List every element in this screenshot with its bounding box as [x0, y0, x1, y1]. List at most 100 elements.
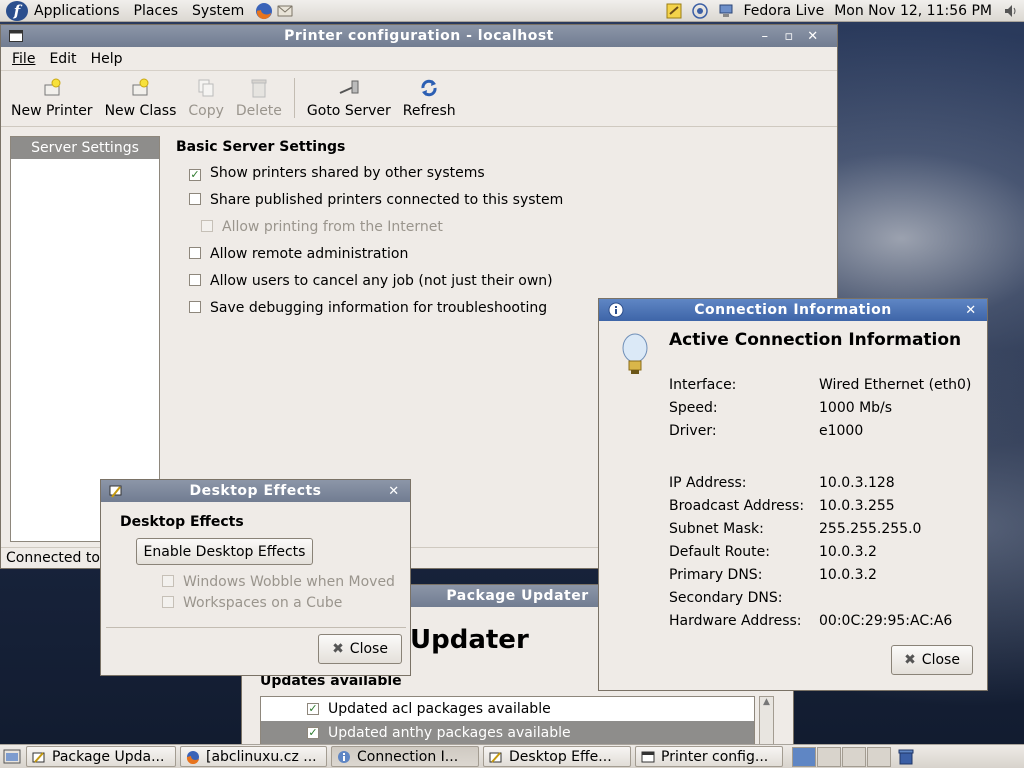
task-label: Package Upda... [52, 748, 165, 765]
window-menu-icon[interactable] [9, 30, 23, 42]
workspace-1[interactable] [792, 746, 816, 767]
close-x-icon: ✖ [904, 652, 916, 668]
connection-info-titlebar[interactable]: Connection Information ✕ [599, 299, 987, 321]
workspace-4[interactable] [867, 746, 891, 767]
desktop-effects-close-button[interactable]: ✖ Close [318, 634, 402, 664]
desktop-effects-titlebar[interactable]: Desktop Effects ✕ [101, 480, 410, 502]
connection-close-button[interactable]: ✖ Close [891, 645, 973, 675]
checkbox-remote-admin[interactable] [189, 247, 201, 259]
list-item[interactable]: ✓ Updated anthy packages available [261, 721, 754, 745]
option-share-published[interactable]: Share published printers connected to th… [189, 192, 563, 208]
volume-icon[interactable] [1002, 2, 1020, 20]
network-broadcast-icon[interactable] [691, 2, 709, 20]
checkbox-debugging[interactable] [189, 301, 201, 313]
close-button[interactable]: ✕ [805, 28, 821, 44]
copy-icon [198, 79, 214, 97]
updates-scrollbar[interactable]: ▲ [759, 696, 774, 746]
task-connection-info[interactable]: Connection I... [331, 746, 479, 767]
maximize-button[interactable]: ▫ [781, 28, 797, 44]
task-label: [abclinuxu.cz ... [206, 748, 317, 765]
field-value: 255.255.255.0 [819, 521, 922, 537]
field-label: Default Route: [669, 544, 770, 560]
update-checkbox[interactable]: ✓ [307, 703, 319, 715]
checkbox-cube[interactable] [162, 596, 174, 608]
sidebar-item-label: Server Settings [31, 140, 139, 156]
goto-server-button[interactable]: Goto Server [301, 77, 397, 126]
menu-applications[interactable]: Applications [28, 3, 126, 19]
workspace-switcher [791, 746, 891, 767]
printer-toolbar: New Printer New Class Copy Delete Goto S… [1, 71, 837, 127]
update-checkbox[interactable]: ✓ [307, 727, 319, 739]
field-value: 10.0.3.255 [819, 498, 895, 514]
close-label: Close [921, 652, 960, 668]
workspace-2[interactable] [817, 746, 841, 767]
show-desktop-icon[interactable] [2, 747, 22, 767]
connection-info-title: Connection Information [694, 302, 892, 318]
clock[interactable]: Mon Nov 12, 11:56 PM [834, 3, 992, 19]
checkbox-show-shared[interactable]: ✓ [189, 169, 201, 181]
task-package-updater[interactable]: Package Upda... [26, 746, 176, 767]
fedora-logo-icon[interactable]: f [6, 0, 28, 21]
checkbox-allow-internet[interactable] [201, 220, 213, 232]
mail-launcher-icon[interactable] [276, 2, 294, 20]
field-value: 00:0C:29:95:AC:A6 [819, 613, 953, 629]
option-label: Share published printers connected to th… [210, 192, 564, 208]
task-desktop-effects[interactable]: Desktop Effe... [483, 746, 631, 767]
checkbox-cancel-jobs[interactable] [189, 274, 201, 286]
field-label: Secondary DNS: [669, 590, 783, 606]
user-name[interactable]: Fedora Live [743, 3, 824, 19]
firefox-launcher-icon[interactable] [255, 2, 273, 20]
scroll-up-arrow-icon[interactable]: ▲ [760, 697, 773, 711]
task-browser[interactable]: [abclinuxu.cz ... [180, 746, 327, 767]
workspace-3[interactable] [842, 746, 866, 767]
enable-button-label: Enable Desktop Effects [143, 543, 306, 560]
info-icon [608, 302, 624, 318]
printer-menubar: File Edit Help [1, 47, 837, 71]
sidebar-item-server-settings[interactable]: Server Settings [11, 137, 159, 159]
field-label: Speed: [669, 400, 718, 416]
close-button[interactable]: ✕ [386, 483, 402, 499]
field-row: Speed: [669, 400, 718, 416]
field-value: 10.0.3.2 [819, 544, 877, 560]
new-class-button[interactable]: New Class [99, 77, 183, 126]
option-wobble[interactable]: Windows Wobble when Moved [162, 574, 395, 590]
new-class-label: New Class [104, 103, 177, 119]
new-class-icon [132, 78, 149, 96]
menu-system[interactable]: System [186, 3, 250, 19]
trash-applet-icon[interactable] [897, 748, 915, 766]
checkbox-wobble[interactable] [162, 575, 174, 587]
field-row: IP Address: [669, 475, 747, 491]
trash-icon [251, 79, 267, 98]
menu-edit[interactable]: Edit [42, 51, 83, 67]
option-debugging[interactable]: Save debugging information for troublesh… [189, 300, 547, 316]
option-show-shared[interactable]: ✓ Show printers shared by other systems [189, 165, 485, 181]
option-remote-admin[interactable]: Allow remote administration [189, 246, 408, 262]
task-printer-config[interactable]: Printer config... [635, 746, 783, 767]
network-computer-icon[interactable] [717, 2, 735, 20]
list-item[interactable]: ✓ Updated acl packages available [261, 697, 754, 721]
desktop-effects-window: Desktop Effects ✕ Desktop Effects Enable… [100, 479, 411, 676]
delete-button[interactable]: Delete [230, 77, 288, 126]
desktop-effects-heading: Desktop Effects [120, 514, 244, 530]
lightbulb-icon [622, 333, 648, 374]
new-printer-button[interactable]: New Printer [5, 77, 99, 126]
option-allow-internet[interactable]: Allow printing from the Internet [201, 219, 443, 235]
status-text: Connected to [6, 550, 100, 566]
refresh-button[interactable]: Refresh [397, 77, 462, 126]
option-cancel-jobs[interactable]: Allow users to cancel any job (not just … [189, 273, 553, 289]
copy-button[interactable]: Copy [182, 77, 230, 126]
notes-icon[interactable] [665, 2, 683, 20]
checkbox-share-published[interactable] [189, 193, 201, 205]
printer-config-titlebar[interactable]: Printer configuration - localhost – ▫ ✕ [1, 25, 837, 47]
menu-file[interactable]: File [5, 51, 42, 67]
option-cube[interactable]: Workspaces on a Cube [162, 595, 342, 611]
menu-help[interactable]: Help [84, 51, 130, 67]
menu-places[interactable]: Places [128, 3, 185, 19]
enable-desktop-effects-button[interactable]: Enable Desktop Effects [136, 538, 313, 565]
close-button[interactable]: ✕ [963, 302, 979, 318]
refresh-icon [421, 79, 437, 97]
option-label: Windows Wobble when Moved [183, 574, 395, 590]
minimize-button[interactable]: – [757, 28, 773, 44]
bottom-taskbar: Package Upda... [abclinuxu.cz ... Connec… [0, 744, 1024, 768]
field-label: Primary DNS: [669, 567, 763, 583]
